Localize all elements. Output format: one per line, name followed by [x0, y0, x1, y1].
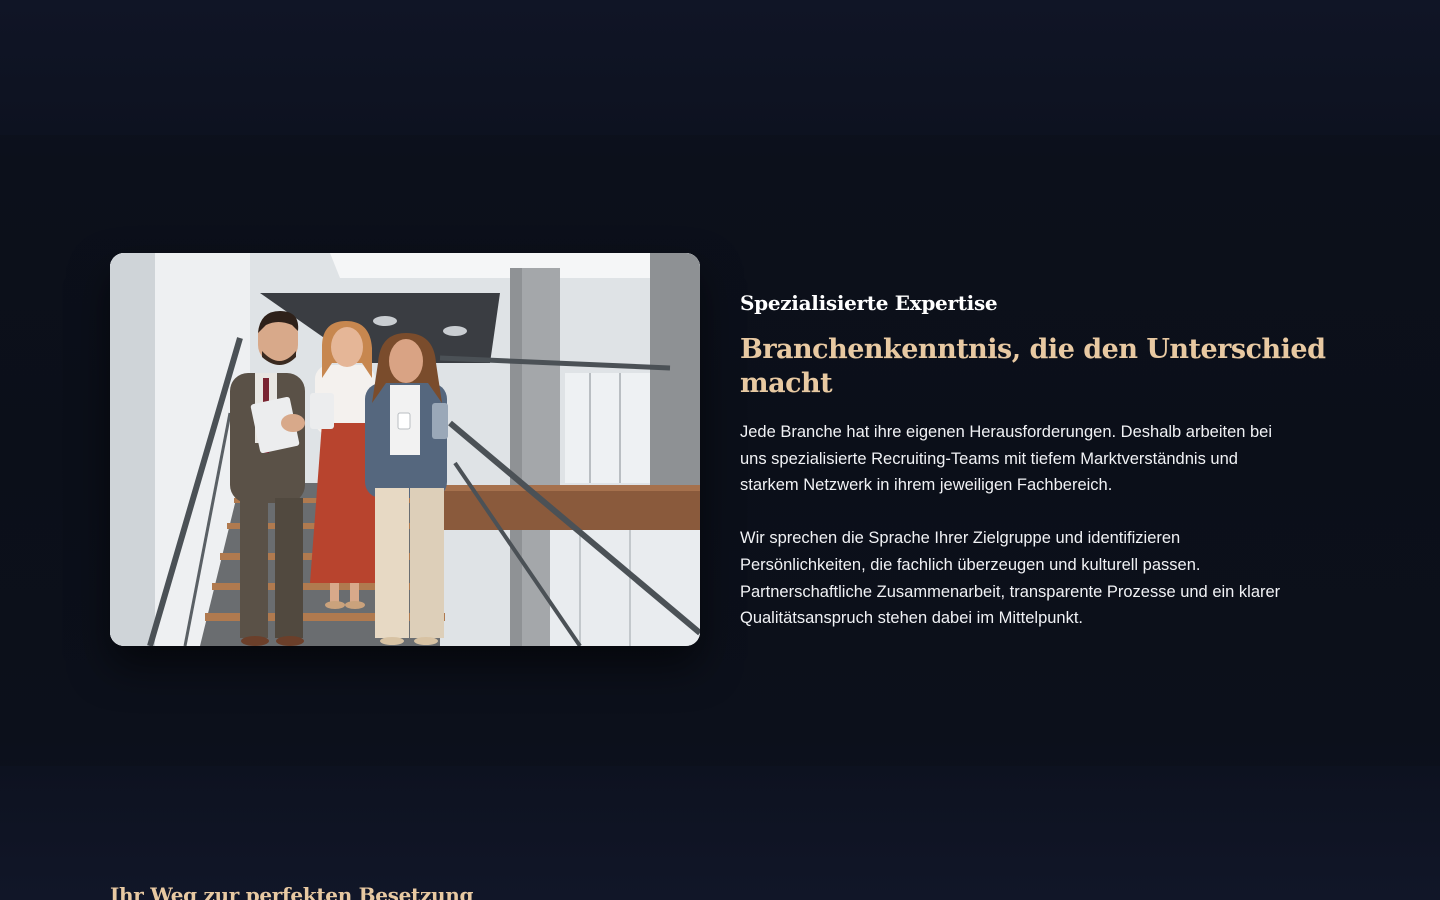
person-woman-blazer [365, 333, 448, 645]
process-section-title: Ihr Weg zur perfekten Besetzung [110, 883, 474, 900]
expertise-text: Spezialisierte Expertise Branchenkenntni… [740, 289, 1340, 632]
paragraph-branch-challenges: Jede Branche hat ihre eigenen Herausford… [740, 423, 1273, 495]
page: Spezialisierte Expertise Branchenkenntni… [0, 0, 1440, 900]
paragraph-target-audience: Wir sprechen die Sprache Ihrer Zielgrupp… [740, 529, 1281, 628]
section-heading: Branchenkenntnis, die den Unterschied ma… [740, 334, 1326, 399]
team-photo-illustration [110, 253, 700, 646]
team-photo [110, 253, 700, 646]
section-eyebrow: Spezialisierte Expertise [740, 291, 998, 315]
next-section-band [0, 766, 1440, 900]
previous-section-band [0, 0, 1440, 135]
